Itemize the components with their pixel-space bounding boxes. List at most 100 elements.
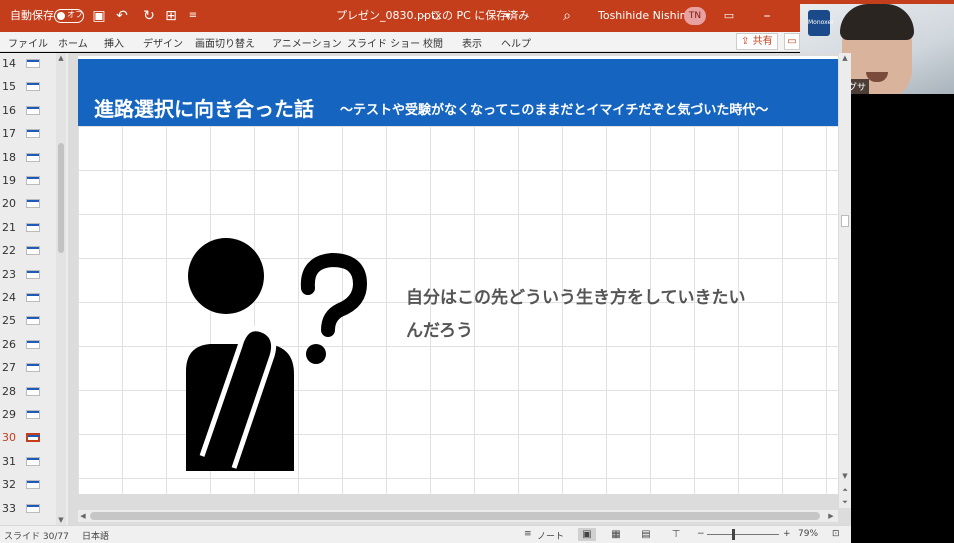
canvas-horizontal-scrollbar[interactable]: ◀ ▶ [78, 510, 838, 522]
thumbnail-preview[interactable] [26, 129, 40, 139]
thumbnail-preview[interactable] [26, 269, 40, 279]
horizontal-scroll-thumb[interactable] [90, 512, 820, 520]
slide-title[interactable]: 進路選択に向き合った話 [94, 93, 314, 122]
slide-thumbnail-29[interactable]: 29 [0, 404, 58, 428]
slide-thumbnail-33[interactable]: 33 [0, 498, 58, 522]
slide-thumbnail-23[interactable]: 23 [0, 264, 58, 288]
thumbnail-preview[interactable] [26, 456, 40, 466]
thinking-person-icon[interactable] [178, 206, 408, 476]
user-avatar[interactable]: TN [684, 7, 706, 25]
thumbnail-preview[interactable] [26, 176, 40, 185]
tab-animations[interactable]: アニメーション [272, 35, 342, 50]
minimize-icon[interactable]: – [758, 7, 776, 25]
normal-view-icon[interactable]: ▣ [578, 528, 596, 541]
thumbnail-preview[interactable] [26, 105, 40, 115]
reading-view-icon[interactable]: ▤ [637, 528, 655, 541]
scroll-left-icon[interactable]: ◀ [78, 511, 88, 521]
language-indicator[interactable]: 日本語 [82, 529, 109, 542]
zoom-slider-thumb[interactable] [732, 529, 735, 540]
ribbon-tabs: ファイル ホーム 挿入 デザイン 画面切り替え アニメーション スライド ショー… [0, 32, 800, 52]
slide-counter: スライド 30/77 [4, 532, 69, 542]
slide-thumbnail-25[interactable]: 25 [0, 310, 58, 334]
next-slide-icon[interactable]: ⏷ [840, 497, 850, 507]
ribbon-display-icon[interactable]: ▭ [720, 7, 738, 25]
thumbnail-preview[interactable] [26, 59, 40, 68]
tab-slideshow[interactable]: スライド ショー [347, 35, 420, 50]
zoom-in-button[interactable]: + [783, 529, 791, 539]
previous-slide-icon[interactable]: ⏶ [840, 485, 850, 495]
present-icon[interactable]: ⊞ [162, 7, 180, 25]
zoom-slider[interactable] [707, 534, 779, 535]
slide-thumbnail-27[interactable]: 27 [0, 357, 58, 381]
thumbnail-preview[interactable] [26, 386, 40, 396]
thumbnail-preview[interactable] [26, 222, 40, 232]
slide-thumbnail-18[interactable]: 18 [0, 147, 58, 171]
tab-help[interactable]: ヘルプ [501, 35, 531, 50]
customize-icon[interactable]: ≡ [184, 7, 202, 25]
slide-thumbnail-31[interactable]: 31 [0, 451, 58, 475]
thumbnail-preview[interactable] [26, 503, 40, 513]
tab-view[interactable]: 表示 [462, 35, 482, 50]
notes-icon[interactable]: ≡ [524, 529, 532, 539]
slide-sorter-icon[interactable]: ▦ [607, 528, 625, 541]
slide-subtitle[interactable]: ～テストや受験がなくなってこのままだとイマイチだぞと気づいた時代～ [340, 99, 768, 118]
notes-button[interactable]: ノート [537, 529, 564, 542]
slide-thumbnail-30[interactable]: 30 [0, 427, 58, 451]
thumbnail-scrollbar[interactable]: ▲ ▼ [56, 53, 66, 525]
slide-thumbnail-20[interactable]: 20 [0, 193, 58, 217]
vertical-scroll-thumb[interactable] [841, 215, 849, 227]
zoom-out-button[interactable]: − [697, 529, 705, 539]
thumbnail-preview[interactable] [26, 246, 40, 256]
zoom-level[interactable]: 79% [798, 529, 818, 539]
scroll-down-icon[interactable]: ▼ [840, 471, 850, 481]
autosave-toggle[interactable]: オフ [54, 9, 84, 23]
slide-thumbnail-26[interactable]: 26 [0, 334, 58, 358]
tab-home[interactable]: ホーム [58, 35, 88, 50]
thumbnail-preview[interactable] [26, 316, 40, 326]
thumbnail-preview[interactable] [26, 363, 40, 373]
tab-review[interactable]: 校閲 [423, 35, 443, 50]
undo-icon[interactable]: ↶ [113, 7, 131, 25]
slide-thumbnail-14[interactable]: 14 [0, 53, 58, 77]
slide-thumbnail-32[interactable]: 32 [0, 474, 58, 498]
tab-design[interactable]: デザイン [143, 35, 183, 50]
thumbnail-preview[interactable] [26, 199, 40, 209]
tab-transitions[interactable]: 画面切り替え [195, 35, 255, 50]
scroll-up-icon[interactable]: ▲ [840, 53, 850, 63]
slide-thumbnail-15[interactable]: 15 [0, 76, 58, 100]
thumbnail-preview[interactable] [26, 339, 40, 349]
slideshow-view-icon[interactable]: ⊤ [667, 528, 685, 541]
thumbnail-scroll-thumb[interactable] [58, 143, 64, 253]
slide-thumbnail-28[interactable]: 28 [0, 381, 58, 405]
slide-thumbnail-17[interactable]: 17 [0, 123, 58, 147]
thumbnail-preview[interactable] [26, 82, 40, 92]
thumbnail-preview[interactable] [26, 433, 40, 443]
slide-body-text[interactable]: 自分はこの先どういう生き方をしていきたい んだろう [406, 282, 806, 348]
scroll-right-icon[interactable]: ▶ [826, 511, 836, 521]
thumbnail-preview[interactable] [26, 293, 40, 302]
monoxer-logo: Monoxer [808, 10, 834, 36]
slide-thumbnail-21[interactable]: 21 [0, 217, 58, 241]
thumbnail-preview[interactable] [26, 410, 40, 419]
save-icon[interactable]: ▣ [90, 7, 108, 25]
scroll-up-icon[interactable]: ▲ [56, 53, 66, 63]
tab-insert[interactable]: 挿入 [104, 35, 124, 50]
slide-thumbnail-22[interactable]: 22 [0, 240, 58, 264]
share-button[interactable]: ⇪ 共有 [736, 33, 778, 50]
chevron-down-icon[interactable]: ▾ [505, 8, 511, 24]
comment-button[interactable]: ▭ [784, 33, 800, 50]
slide[interactable]: 進路選択に向き合った話 ～テストや受験がなくなってこのままだとイマイチだぞと気づ… [78, 56, 838, 494]
slide-thumbnail-19[interactable]: 19 [0, 170, 58, 194]
tab-file[interactable]: ファイル [8, 35, 48, 50]
canvas-vertical-scrollbar[interactable]: ▲ ▼ ⏶ ⏷ [839, 53, 851, 508]
thumbnail-preview[interactable] [26, 152, 40, 162]
scroll-down-icon[interactable]: ▼ [56, 515, 66, 525]
save-status[interactable]: この PC に保存済み [431, 8, 529, 24]
user-name[interactable]: Toshihide Nishima [598, 8, 697, 24]
search-icon[interactable]: ⌕ [558, 7, 576, 25]
redo-icon[interactable]: ↻ [140, 7, 158, 25]
fit-slide-icon[interactable]: ⊡ [832, 529, 840, 539]
thumbnail-preview[interactable] [26, 480, 40, 490]
slide-thumbnail-24[interactable]: 24 [0, 287, 58, 311]
slide-thumbnail-16[interactable]: 16 [0, 100, 58, 124]
